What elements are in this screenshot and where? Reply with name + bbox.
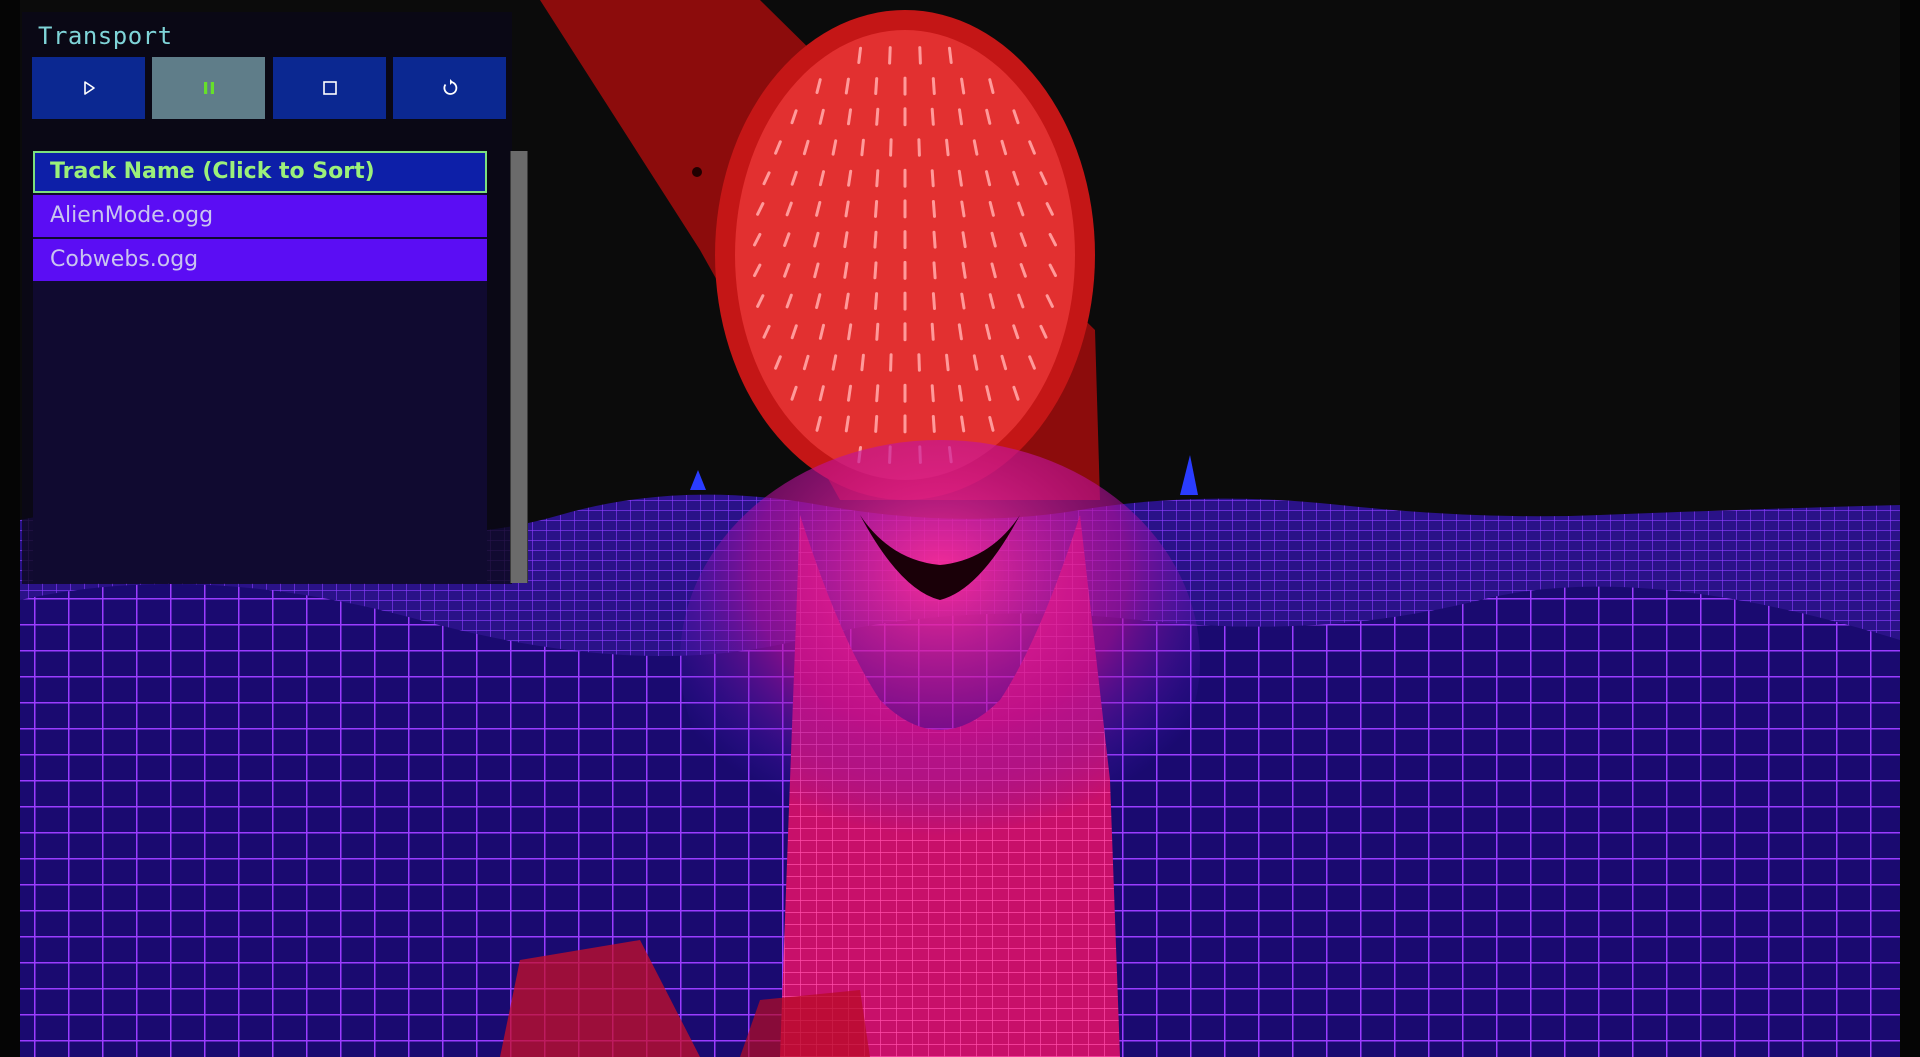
visualizer-viewport: Transport Track Name (Click to Sort) Ali… (0, 0, 1920, 1057)
play-icon (83, 81, 95, 95)
panel-title: Transport (38, 22, 173, 50)
replay-icon (442, 79, 457, 95)
track-list-item[interactable]: Cobwebs.ogg (33, 239, 487, 281)
replay-button[interactable] (393, 57, 506, 119)
track-list[interactable]: Track Name (Click to Sort) AlienMode.ogg… (33, 151, 487, 583)
track-name-column-header[interactable]: Track Name (Click to Sort) (33, 151, 487, 193)
pause-button[interactable] (152, 57, 265, 119)
stop-button[interactable] (273, 57, 386, 119)
stop-icon (322, 81, 337, 95)
pause-icon (203, 82, 214, 94)
track-list-scrollbar[interactable] (510, 151, 528, 583)
transport-panel: Transport Track Name (Click to Sort) Ali… (22, 12, 528, 584)
play-button[interactable] (32, 57, 145, 119)
scrollbar-thumb[interactable] (511, 151, 527, 583)
track-list-item[interactable]: AlienMode.ogg (33, 195, 487, 237)
